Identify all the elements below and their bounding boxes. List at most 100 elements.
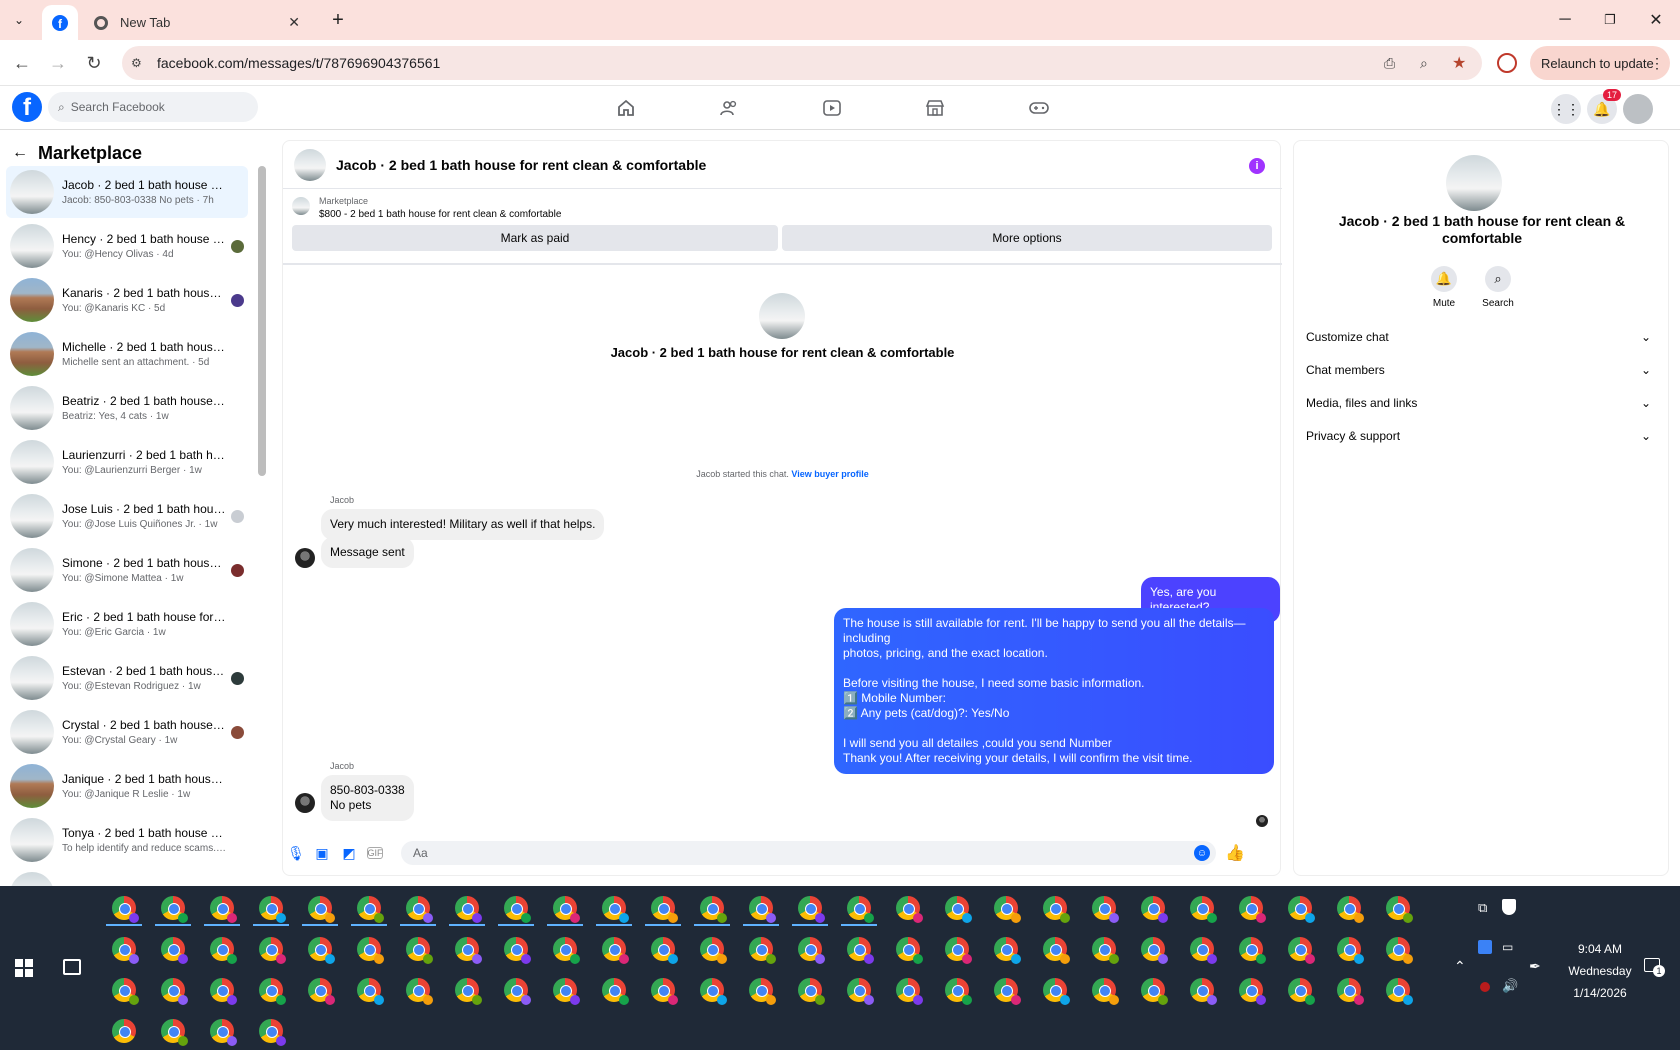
chrome-window-icon[interactable] [847, 978, 874, 1005]
chrome-window-icon[interactable] [651, 896, 678, 923]
conversation-item[interactable]: Simone · 2 bed 1 bath house ... You: @Sim… [6, 544, 248, 596]
info-section[interactable]: Chat members ⌄ [1306, 358, 1651, 382]
chrome-window-icon[interactable] [1239, 978, 1266, 1005]
info-section[interactable]: Customize chat ⌄ [1306, 325, 1651, 349]
chrome-window-icon[interactable] [896, 896, 923, 923]
volume-icon[interactable]: 🔊 [1502, 978, 1518, 994]
incoming-message[interactable]: 850-803-0338 No pets [321, 775, 414, 821]
conversation-item[interactable]: Beatriz · 2 bed 1 bath house for ... Beat… [6, 382, 248, 434]
home-icon[interactable] [612, 94, 640, 122]
gaming-icon[interactable] [1025, 94, 1053, 122]
chrome-window-icon[interactable] [210, 978, 237, 1005]
chrome-window-icon[interactable] [1337, 978, 1364, 1005]
chrome-window-icon[interactable] [1092, 937, 1119, 964]
facebook-search-input[interactable]: ⌕ Search Facebook [48, 92, 258, 122]
microphone-icon[interactable]: 🎙 [287, 845, 305, 861]
chrome-window-icon[interactable] [455, 978, 482, 1005]
chrome-window-icon[interactable] [161, 978, 188, 1005]
chrome-window-icon[interactable] [1043, 896, 1070, 923]
facebook-logo-icon[interactable]: f [12, 92, 42, 122]
chrome-window-icon[interactable] [406, 896, 433, 923]
conversation-item[interactable]: Tonya · 2 bed 1 bath house for r... To he… [6, 814, 248, 866]
info-section[interactable]: Media, files and links ⌄ [1306, 391, 1651, 415]
chrome-window-icon[interactable] [1288, 896, 1315, 923]
zoom-icon[interactable]: ⌕ [1420, 55, 1428, 72]
photo-icon[interactable]: ▣ [314, 845, 330, 861]
listing-thumbnail[interactable] [292, 197, 310, 215]
task-view-icon[interactable] [63, 959, 81, 975]
chrome-window-icon[interactable] [847, 937, 874, 964]
reload-icon[interactable]: ↻ [82, 51, 106, 75]
chrome-window-icon[interactable] [210, 937, 237, 964]
conversation-item[interactable]: Kanaris · 2 bed 1 bath house f... You: @K… [6, 274, 248, 326]
sticker-icon[interactable]: ◩ [341, 845, 357, 861]
chrome-window-icon[interactable] [161, 896, 188, 923]
video-icon[interactable] [818, 94, 846, 122]
tab-close-icon[interactable]: ✕ [288, 14, 300, 31]
chrome-window-icon[interactable] [945, 978, 972, 1005]
chrome-window-icon[interactable] [357, 896, 384, 923]
chrome-menu-icon[interactable]: ⋮ [1650, 55, 1664, 72]
chrome-window-icon[interactable] [504, 896, 531, 923]
chrome-window-icon[interactable] [161, 937, 188, 964]
conversation-scrollbar[interactable] [258, 166, 266, 476]
chrome-window-icon[interactable] [357, 978, 384, 1005]
conversation-item[interactable]: Jacob · 2 bed 1 bath house for r... Jacob… [6, 166, 248, 218]
conversation-item[interactable]: Jose Luis · 2 bed 1 bath hous... You: @Jo… [6, 490, 248, 542]
tray-chevron-icon[interactable]: ⌃ [1454, 958, 1466, 975]
conversation-item[interactable]: Eric · 2 bed 1 bath house for ren... You:… [6, 598, 248, 650]
chrome-window-icon[interactable] [455, 896, 482, 923]
chrome-window-icon[interactable] [749, 896, 776, 923]
system-clock[interactable]: 9:04 AM Wednesday 1/14/2026 [1545, 938, 1655, 1004]
chrome-window-icon[interactable] [259, 978, 286, 1005]
pen-icon[interactable]: ✒ [1529, 958, 1541, 975]
chrome-window-icon[interactable] [308, 978, 335, 1005]
back-icon[interactable]: ← [10, 51, 34, 75]
mute-button[interactable]: 🔔 Mute [1419, 266, 1469, 309]
restore-icon[interactable]: ❐ [1590, 8, 1630, 32]
chrome-window-icon[interactable] [1386, 937, 1413, 964]
chrome-window-icon[interactable] [1190, 896, 1217, 923]
chrome-window-icon[interactable] [1288, 978, 1315, 1005]
sender-avatar[interactable] [295, 793, 315, 813]
message-input[interactable]: Aa ☺ [401, 841, 1216, 865]
chrome-window-icon[interactable] [798, 978, 825, 1005]
tab-new-tab[interactable]: New Tab ✕ [86, 5, 314, 40]
chrome-window-icon[interactable] [406, 937, 433, 964]
conversation-item[interactable]: Crystal · 2 bed 1 bath house f... You: @C… [6, 706, 248, 758]
site-info-icon[interactable]: ⚙ [131, 56, 142, 70]
chrome-window-icon[interactable] [210, 896, 237, 923]
mark-as-paid-button[interactable]: Mark as paid [292, 225, 778, 251]
tab-facebook[interactable]: f [42, 5, 78, 40]
back-arrow-icon[interactable]: ← [12, 144, 28, 162]
network-icon[interactable]: ▭ [1502, 940, 1513, 954]
incoming-message[interactable]: Very much interested! Military as well i… [321, 509, 605, 540]
chrome-window-icon[interactable] [1288, 937, 1315, 964]
intro-avatar[interactable] [759, 293, 805, 339]
view-buyer-profile-link[interactable]: View buyer profile [791, 469, 868, 479]
chrome-window-icon[interactable] [455, 937, 482, 964]
chrome-window-icon[interactable] [112, 1019, 136, 1043]
install-app-icon[interactable]: ⎙ [1384, 55, 1395, 72]
omnibox[interactable]: ⚙ facebook.com/messages/t/78769690437656… [122, 46, 1482, 80]
chrome-window-icon[interactable] [504, 978, 531, 1005]
chrome-window-icon[interactable] [112, 978, 139, 1005]
listing-title[interactable]: $800 - 2 bed 1 bath house for rent clean… [319, 209, 561, 220]
chrome-window-icon[interactable] [553, 896, 580, 923]
marketplace-icon[interactable] [921, 94, 949, 122]
chrome-window-icon[interactable] [504, 937, 531, 964]
chrome-window-icon[interactable] [553, 978, 580, 1005]
sender-avatar[interactable] [295, 548, 315, 568]
notification-center-icon[interactable]: 1 [1644, 958, 1665, 977]
chrome-window-icon[interactable] [1386, 896, 1413, 923]
menu-grid-icon[interactable]: ⋮⋮ [1551, 94, 1581, 124]
chrome-window-icon[interactable] [259, 937, 286, 964]
chrome-window-icon[interactable] [945, 937, 972, 964]
chrome-window-icon[interactable] [259, 896, 286, 923]
conversation-item[interactable]: Michelle · 2 bed 1 bath house f... Michel… [6, 328, 248, 380]
chrome-window-icon[interactable] [945, 896, 972, 923]
chrome-window-icon[interactable] [1141, 896, 1168, 923]
chrome-window-icon[interactable] [406, 978, 433, 1005]
chrome-window-icon[interactable] [1337, 937, 1364, 964]
chrome-window-icon[interactable] [602, 937, 629, 964]
